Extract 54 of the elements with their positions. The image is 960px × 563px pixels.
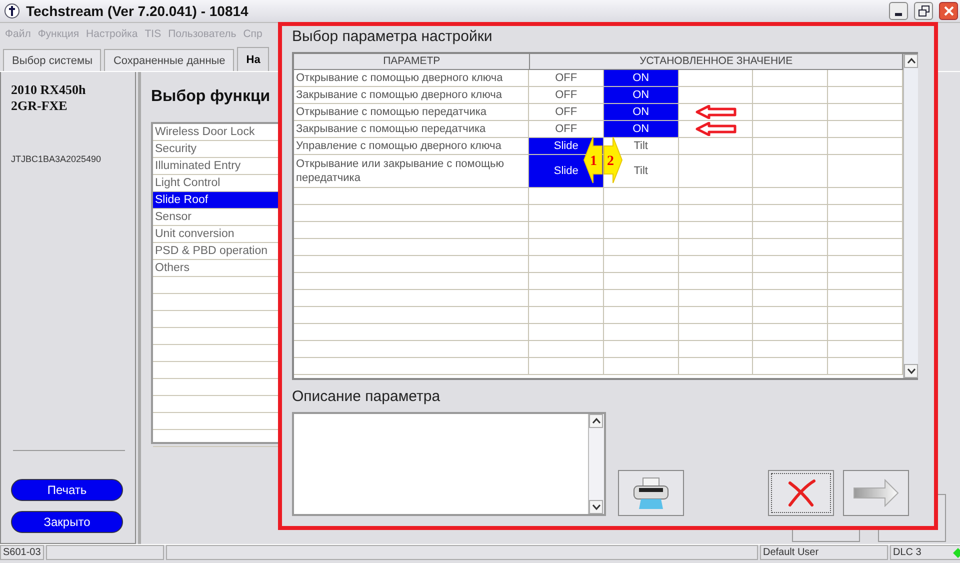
print-button[interactable]: Печать	[11, 479, 123, 501]
user-name: Default User	[760, 545, 888, 560]
printer-icon	[631, 476, 671, 510]
value-cell[interactable]: ON	[604, 104, 679, 120]
caret-up-icon	[906, 57, 916, 65]
value-option[interactable]: OFF	[555, 72, 578, 84]
scroll-down-button[interactable]	[904, 364, 918, 378]
scroll-up-button[interactable]	[589, 414, 603, 428]
close-button[interactable]: Закрыто	[11, 511, 123, 533]
arrow-annotation: 2	[603, 136, 623, 184]
app-icon	[4, 3, 20, 19]
description-label: Описание параметра	[292, 388, 442, 407]
restore-icon	[918, 5, 930, 17]
dialog-title: Выбор параметра настройки	[292, 28, 494, 47]
vehicle-model: 2010 RX450h	[11, 82, 87, 98]
tab[interactable]: Выбор системы	[3, 49, 102, 71]
tab[interactable]: Сохраненные данные	[104, 49, 234, 71]
value-cell[interactable]: ON	[604, 70, 679, 86]
vin-number: JTJBC1BA3A2025490	[11, 154, 102, 164]
value-cell[interactable]: ON	[604, 121, 679, 137]
parameter-cell: Закрывание с помощью передатчика	[294, 121, 530, 137]
scroll-down-button[interactable]	[589, 500, 603, 514]
parameter-cell: Закрывание с помощью дверного ключа	[294, 87, 530, 103]
parameter-cell: Открывание с помощью передатчика	[294, 104, 530, 120]
next-button[interactable]	[843, 470, 909, 516]
connection-status-icon	[953, 548, 960, 558]
connection-label: DLC 3	[893, 547, 922, 558]
engine-code: 2GR-FXE	[11, 98, 68, 114]
parameter-cell: Открывание с помощью дверного ключа	[294, 70, 530, 86]
arrow-icon	[853, 479, 899, 507]
value-option[interactable]: OFF	[555, 89, 578, 101]
value-option[interactable]: Tilt	[634, 165, 648, 177]
list-item[interactable]: Slide Roof	[153, 192, 278, 209]
section-heading: Выбор функци	[151, 88, 270, 107]
arrow-annotation: 1	[583, 136, 603, 184]
column-header: ПАРАМЕТР	[294, 54, 530, 69]
close-button[interactable]	[939, 2, 958, 20]
caret-down-icon	[906, 367, 916, 375]
minimize-icon	[895, 13, 902, 16]
value-option[interactable]: OFF	[555, 106, 578, 118]
cancel-button[interactable]	[768, 470, 834, 516]
status-code: S601-03	[0, 545, 44, 560]
caret-up-icon	[592, 417, 600, 425]
print-button[interactable]	[618, 470, 684, 516]
minimize-button[interactable]	[889, 2, 908, 20]
close-icon	[942, 5, 954, 17]
restore-button[interactable]	[914, 2, 933, 20]
value-option[interactable]: Tilt	[634, 140, 648, 152]
caret-down-icon	[592, 503, 600, 511]
value-cell[interactable]: ON	[604, 87, 679, 103]
value-option[interactable]: OFF	[555, 123, 578, 135]
window-title: Techstream (Ver 7.20.041) - 10814	[26, 3, 250, 19]
scroll-up-button[interactable]	[904, 54, 918, 68]
tab[interactable]: На	[237, 47, 270, 71]
